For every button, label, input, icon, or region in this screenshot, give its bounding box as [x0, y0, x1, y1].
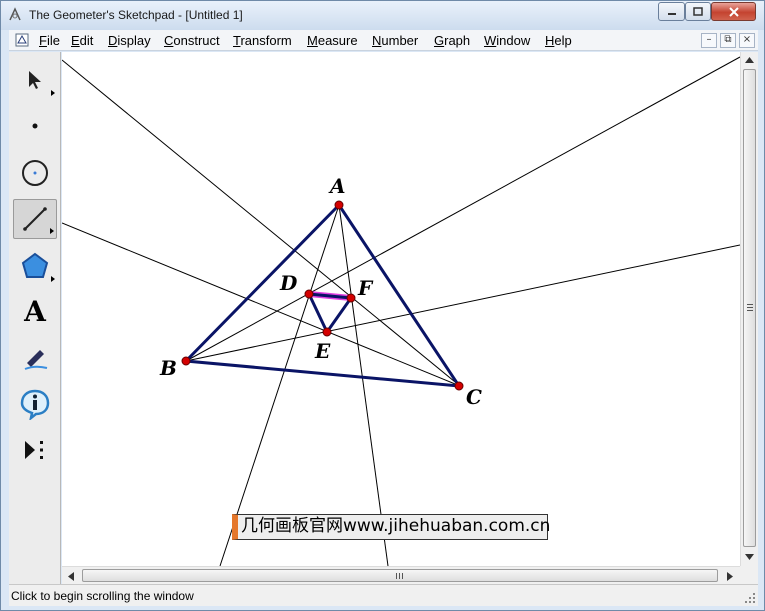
mdi-close-button[interactable]: ×: [739, 33, 755, 48]
compass-circle-icon: [22, 160, 48, 186]
line-through-b-extended[interactable]: [62, 59, 461, 387]
point-tool[interactable]: [13, 106, 57, 146]
vertical-scrollbar[interactable]: [740, 52, 758, 566]
menu-bar: File Edit Display Construct Transform Me…: [9, 30, 758, 51]
label-c[interactable]: C: [466, 385, 482, 409]
mdi-restore-button[interactable]: ⧉: [720, 33, 736, 48]
mdi-minimize-button[interactable]: –: [701, 33, 717, 48]
custom-tools-icon: [25, 441, 43, 459]
point-a[interactable]: [334, 200, 344, 210]
menu-help[interactable]: Help: [545, 33, 572, 48]
polygon-tool[interactable]: [13, 246, 57, 286]
line-through-c-extended[interactable]: [62, 222, 461, 387]
label-d[interactable]: D: [279, 271, 298, 295]
line-from-a-left[interactable]: [219, 204, 340, 566]
scroll-up-arrow-icon[interactable]: [745, 57, 754, 63]
close-icon: [728, 6, 739, 17]
menu-transform[interactable]: Transform: [233, 33, 292, 48]
status-bar: Click to begin scrolling the window: [9, 584, 758, 606]
straightedge-tool[interactable]: [13, 199, 57, 239]
scroll-right-arrow-icon[interactable]: [727, 572, 733, 581]
document-icon[interactable]: [15, 33, 29, 47]
marker-tool[interactable]: [13, 338, 57, 378]
sketch-canvas[interactable]: A B C D E F 几何画板官网www.jihehuaban.com.cn: [62, 52, 740, 566]
straightedge-icon: [23, 207, 47, 231]
text-tool[interactable]: A: [13, 292, 57, 332]
line-to-right-edge[interactable]: [185, 244, 740, 362]
point-d[interactable]: [304, 289, 314, 299]
point-e[interactable]: [322, 327, 332, 337]
line-from-a-right[interactable]: [338, 204, 389, 566]
resize-grip-icon[interactable]: [744, 592, 756, 604]
point-icon: [32, 123, 38, 129]
label-e[interactable]: E: [314, 339, 331, 363]
menu-construct[interactable]: Construct: [164, 33, 220, 48]
text-tool-icon: A: [24, 295, 46, 328]
label-b[interactable]: B: [159, 356, 177, 380]
grip-icon: [396, 573, 403, 579]
menu-graph[interactable]: Graph: [434, 33, 470, 48]
tool-submenu-arrow-icon: [51, 90, 55, 96]
sketch-drawing[interactable]: A B C D E F: [62, 52, 740, 566]
label-a[interactable]: A: [328, 174, 346, 198]
label-f[interactable]: F: [357, 276, 374, 300]
point-f[interactable]: [346, 293, 356, 303]
menu-display[interactable]: Display: [108, 33, 151, 48]
vertical-scroll-thumb[interactable]: [743, 69, 756, 547]
point-b[interactable]: [181, 356, 191, 366]
minimize-button[interactable]: [658, 2, 685, 21]
information-tool[interactable]: [13, 384, 57, 424]
menu-file[interactable]: File: [39, 33, 60, 48]
menu-window[interactable]: Window: [484, 33, 530, 48]
sketchpad-app-icon: [9, 7, 21, 21]
minimize-icon: [667, 12, 676, 15]
maximize-icon: [693, 6, 703, 16]
information-icon: [20, 389, 50, 420]
polygon-icon: [21, 252, 49, 278]
tool-submenu-arrow-icon: [51, 276, 55, 282]
menu-number[interactable]: Number: [372, 33, 418, 48]
maximize-button[interactable]: [685, 2, 711, 21]
point-c[interactable]: [454, 381, 464, 391]
close-button[interactable]: [711, 2, 756, 21]
custom-tools[interactable]: [13, 430, 57, 470]
window-title: The Geometer's Sketchpad - [Untitled 1]: [29, 8, 243, 22]
horizontal-scroll-thumb[interactable]: [82, 569, 718, 582]
compass-tool[interactable]: [13, 153, 57, 193]
toolbox: A: [9, 52, 61, 584]
scrollbar-corner: [740, 566, 758, 584]
tool-submenu-arrow-icon: [50, 228, 54, 234]
menu-measure[interactable]: Measure: [307, 33, 358, 48]
line-to-upper-right[interactable]: [185, 56, 740, 362]
title-bar[interactable]: The Geometer's Sketchpad - [Untitled 1]: [1, 1, 764, 30]
menu-edit[interactable]: Edit: [71, 33, 93, 48]
status-text: Click to begin scrolling the window: [11, 589, 194, 603]
arrow-tool[interactable]: [13, 60, 57, 100]
app-window: The Geometer's Sketchpad - [Untitled 1] …: [0, 0, 765, 611]
horizontal-scrollbar[interactable]: [62, 566, 740, 584]
scroll-down-arrow-icon[interactable]: [745, 554, 754, 560]
scroll-left-arrow-icon[interactable]: [68, 572, 74, 581]
grip-icon: [747, 304, 753, 311]
arrow-selection-icon: [29, 71, 41, 89]
marker-pen-icon: [24, 350, 48, 370]
watermark-banner: 几何画板官网www.jihehuaban.com.cn: [232, 514, 550, 540]
